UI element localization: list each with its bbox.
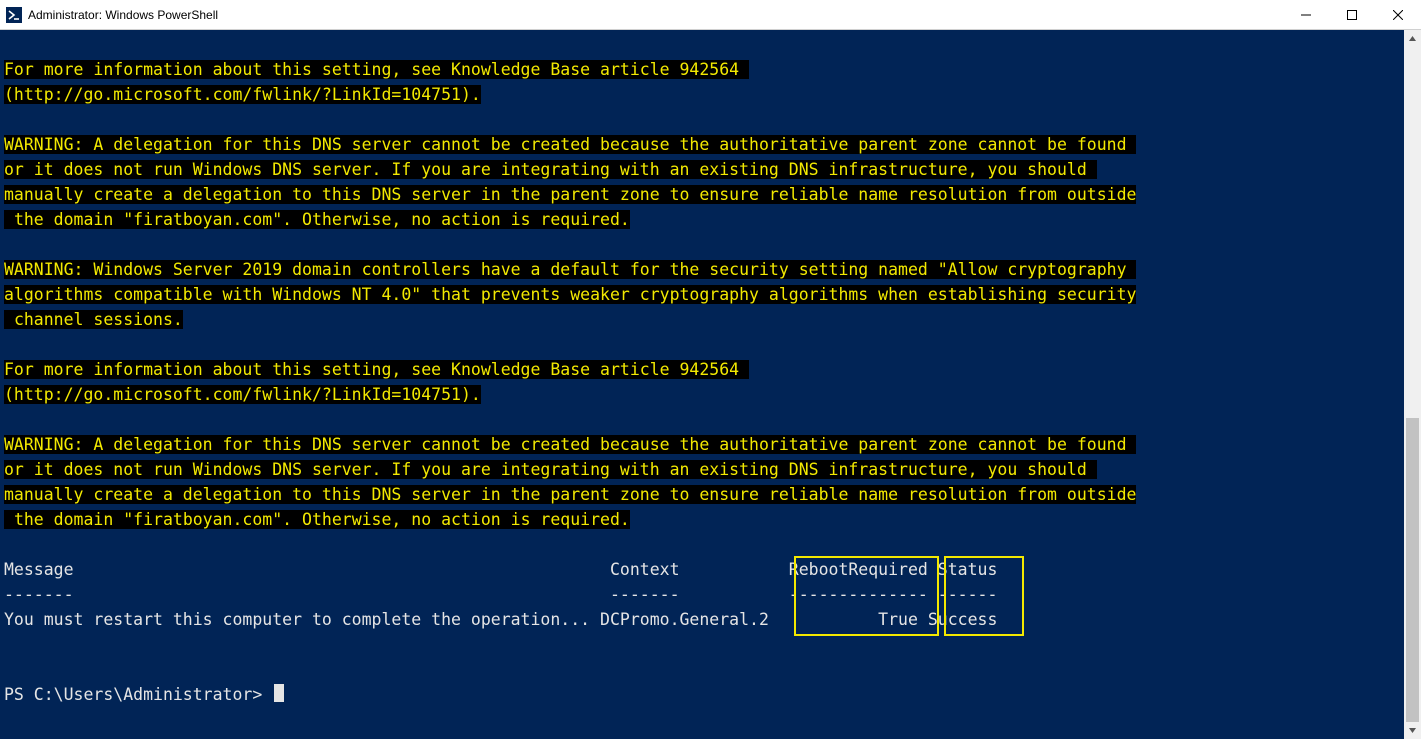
terminal-output[interactable]: For more information about this setting,… xyxy=(0,30,1404,739)
output-line: manually create a delegation to this DNS… xyxy=(4,185,1136,204)
table-divider-row: ------- ------- -------------- ------ xyxy=(4,585,1007,604)
output-line: the domain "firatboyan.com". Otherwise, … xyxy=(4,210,630,229)
cursor xyxy=(274,684,284,702)
output-line: the domain "firatboyan.com". Otherwise, … xyxy=(4,510,630,529)
window-title: Administrator: Windows PowerShell xyxy=(28,8,1283,22)
output-line: (http://go.microsoft.com/fwlink/?LinkId=… xyxy=(4,385,481,404)
minimize-button[interactable] xyxy=(1283,0,1329,29)
output-line: WARNING: A delegation for this DNS serve… xyxy=(4,135,1136,154)
result-table: Message Context RebootRequired Status --… xyxy=(4,560,1007,629)
table-header-row: Message Context RebootRequired Status xyxy=(4,560,1007,579)
output-line: WARNING: Windows Server 2019 domain cont… xyxy=(4,260,1136,279)
output-line: manually create a delegation to this DNS… xyxy=(4,485,1136,504)
prompt[interactable]: PS C:\Users\Administrator> xyxy=(4,685,272,704)
scroll-thumb[interactable] xyxy=(1406,418,1419,722)
output-line: (http://go.microsoft.com/fwlink/?LinkId=… xyxy=(4,85,481,104)
output-line: WARNING: A delegation for this DNS serve… xyxy=(4,435,1136,454)
close-button[interactable] xyxy=(1375,0,1421,29)
table-row: You must restart this computer to comple… xyxy=(4,610,997,629)
scroll-up-button[interactable] xyxy=(1404,30,1421,47)
maximize-button[interactable] xyxy=(1329,0,1375,29)
output-line: channel sessions. xyxy=(4,310,183,329)
output-line: For more information about this setting,… xyxy=(4,60,749,79)
window-titlebar[interactable]: Administrator: Windows PowerShell xyxy=(0,0,1421,30)
output-line: For more information about this setting,… xyxy=(4,360,749,379)
scroll-track[interactable] xyxy=(1404,47,1421,722)
output-line: or it does not run Windows DNS server. I… xyxy=(4,460,1097,479)
scroll-down-button[interactable] xyxy=(1404,722,1421,739)
vertical-scrollbar[interactable] xyxy=(1404,30,1421,739)
output-line: or it does not run Windows DNS server. I… xyxy=(4,160,1097,179)
output-line: algorithms compatible with Windows NT 4.… xyxy=(4,285,1136,304)
powershell-icon xyxy=(6,7,22,23)
